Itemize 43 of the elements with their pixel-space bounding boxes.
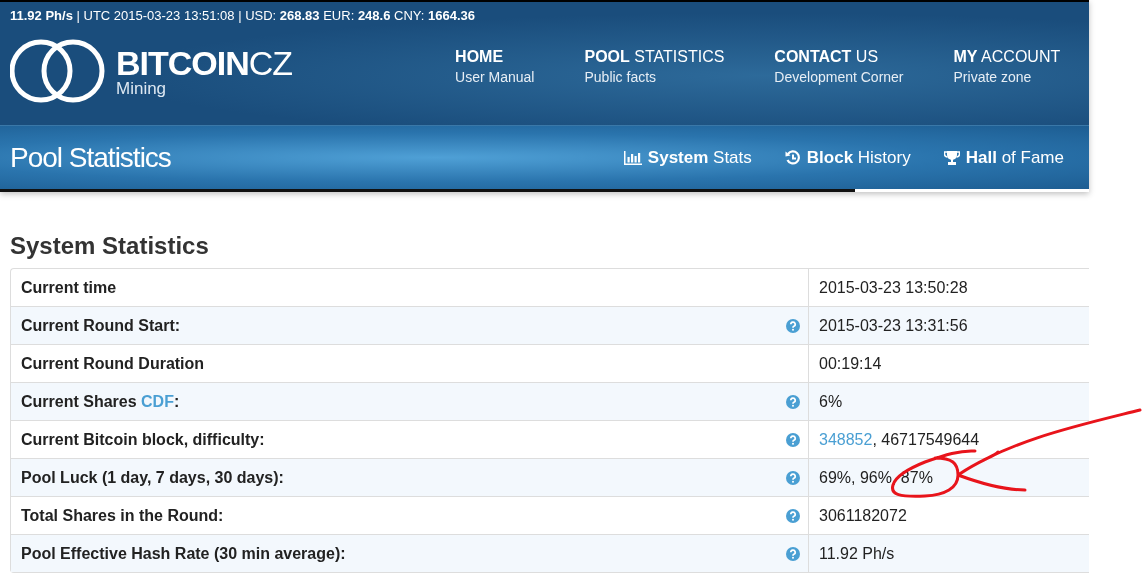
- help-icon[interactable]: [786, 470, 800, 485]
- row-value: 2015-03-23 13:50:28: [819, 278, 968, 297]
- help-icon[interactable]: [786, 318, 800, 333]
- nav-subtitle: Private zone: [953, 69, 1033, 85]
- nav-link[interactable]: MY ACCOUNT: [953, 48, 1061, 66]
- nav-subtitle: Development Corner: [774, 69, 904, 85]
- logo-subtitle: Mining: [116, 79, 168, 97]
- nav-subtitle: Public facts: [584, 69, 658, 85]
- help-icon[interactable]: [786, 432, 800, 447]
- row-label: Current time: [21, 278, 117, 296]
- nav-link[interactable]: CONTACT US: [774, 48, 904, 66]
- row-value: 6%: [819, 392, 843, 411]
- row-value: 348852, 46717549644: [819, 430, 980, 449]
- nav-subtitle: User Manual: [455, 69, 535, 85]
- row-value: 3061182072: [819, 506, 907, 525]
- help-icon[interactable]: [786, 508, 800, 523]
- row-label: Pool Luck (1 day, 7 days, 30 days):: [21, 468, 284, 486]
- row-value: 11.92 Ph/s: [819, 544, 895, 563]
- page-title: Pool Statistics: [10, 141, 172, 174]
- cdf-link[interactable]: CDF: [141, 392, 174, 410]
- logo-rings-icon: [10, 38, 106, 104]
- subnav-link[interactable]: System Stats: [623, 147, 752, 168]
- row-label: Current Round Duration: [21, 354, 205, 372]
- status-text: 11.92 Ph/s | UTC 2015-03-23 13:51:08 | USD: 268.83 EUR: 248.6 CNY: 1664.36: [10, 7, 476, 25]
- logo-wordmark: BITCOINCZ: [116, 45, 293, 80]
- row-value: 2015-03-23 13:31:56: [819, 316, 968, 335]
- trophy-icon: [943, 149, 960, 166]
- row-label: Current Shares CDF:: [21, 392, 180, 410]
- block-link[interactable]: 348852: [819, 430, 873, 448]
- help-icon[interactable]: [786, 546, 800, 561]
- row-label: Pool Effective Hash Rate (30 min average):: [21, 544, 346, 562]
- section-title: System Statistics: [10, 232, 210, 260]
- row-label: Total Shares in the Round:: [21, 506, 224, 524]
- row-value: 00:19:14: [819, 354, 882, 373]
- subnav-link[interactable]: Hall of Fame: [943, 147, 1064, 168]
- subnav-link[interactable]: Block History: [784, 147, 911, 168]
- row-label: Current Bitcoin block, difficulty:: [21, 430, 265, 448]
- help-icon[interactable]: [786, 394, 800, 409]
- row-label: Current Round Start:: [21, 316, 181, 334]
- nav-link[interactable]: HOME: [455, 48, 535, 66]
- history-icon: [784, 149, 801, 166]
- bar-chart-icon: [623, 150, 642, 165]
- nav-link[interactable]: POOL STATISTICS: [584, 48, 725, 66]
